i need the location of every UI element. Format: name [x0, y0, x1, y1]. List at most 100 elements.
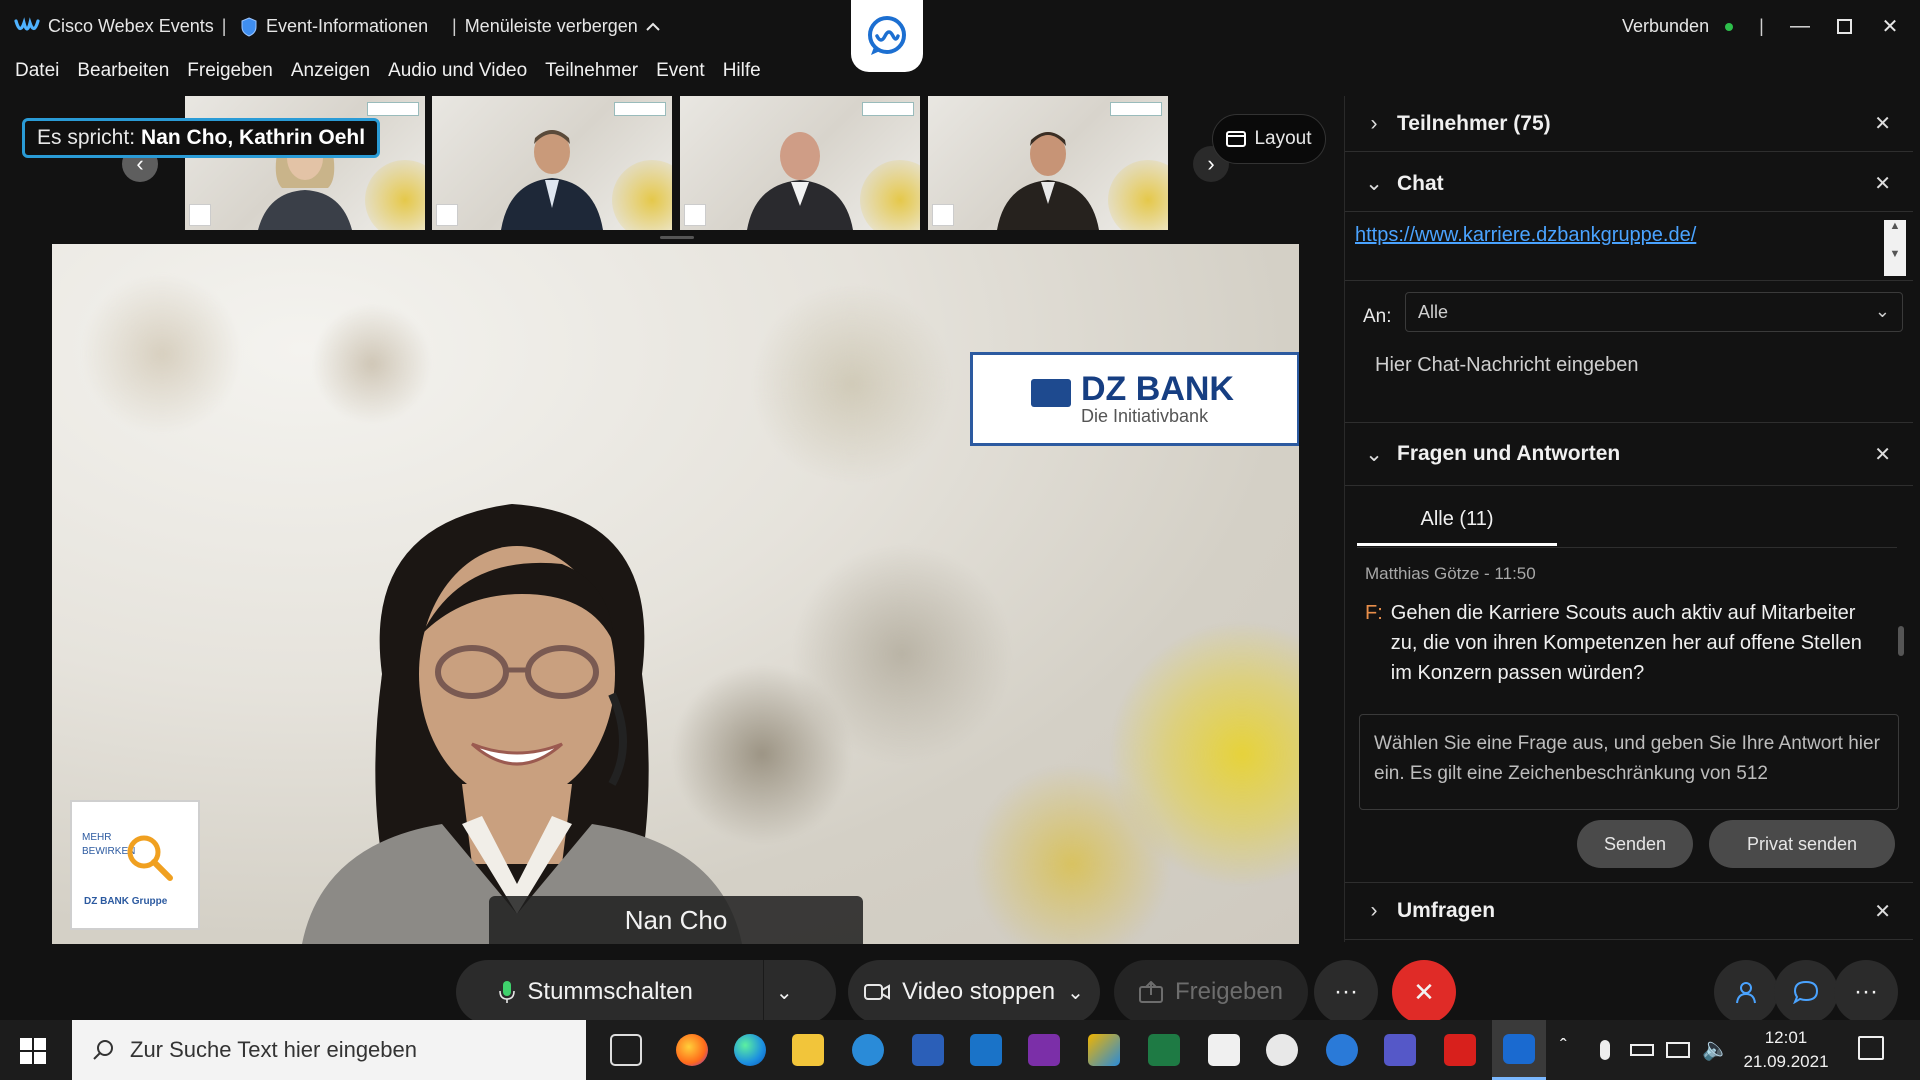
- chevron-down-icon[interactable]: ⌄: [1067, 980, 1084, 1005]
- dz-bank-logo-icon: [1031, 379, 1071, 407]
- chevron-up-icon[interactable]: ˆ: [1560, 1036, 1567, 1059]
- close-chat-button[interactable]: ✕: [1874, 171, 1891, 196]
- menu-item-freigeben[interactable]: Freigeben: [187, 60, 273, 90]
- task-view-icon[interactable]: [610, 1034, 642, 1066]
- webex-events-icon: [1503, 1034, 1535, 1064]
- word-icon[interactable]: [912, 1034, 944, 1066]
- mute-button[interactable]: Stummschalten ⌄: [456, 960, 836, 1024]
- thumbnail-video-2[interactable]: [432, 96, 672, 230]
- connection-status: Verbunden |: [1622, 16, 1764, 36]
- notifications-icon[interactable]: [1858, 1036, 1884, 1060]
- thumbnail-logo: [862, 102, 914, 116]
- outlook-icon[interactable]: [970, 1034, 1002, 1066]
- presenter-name-tag: Nan Cho: [489, 896, 863, 944]
- close-icon: ✕: [1874, 900, 1891, 923]
- chat-panel-button[interactable]: [1774, 960, 1838, 1024]
- chat-message-link[interactable]: https://www.karriere.dzbankgruppe.de/: [1355, 224, 1696, 247]
- participant-figure: [501, 130, 603, 230]
- edge-icon[interactable]: [734, 1034, 766, 1066]
- snipping-tool-icon[interactable]: [1266, 1034, 1298, 1066]
- stop-video-button[interactable]: Video stoppen ⌄: [848, 960, 1100, 1024]
- layout-button[interactable]: Layout: [1212, 114, 1326, 164]
- menu-item-event[interactable]: Event: [656, 60, 705, 90]
- microphone-icon: [499, 981, 516, 1003]
- qa-section-header[interactable]: ⌄ Fragen und Antworten ✕: [1345, 422, 1913, 486]
- scroll-down-icon[interactable]: ▼: [1884, 248, 1906, 260]
- camera-icon: [864, 984, 891, 1000]
- qa-answer-input[interactable]: Wählen Sie eine Frage aus, und geben Sie…: [1359, 714, 1899, 810]
- firefox-icon[interactable]: [676, 1034, 708, 1066]
- share-icon: [1138, 981, 1163, 1003]
- scroll-up-icon[interactable]: ▲: [1884, 220, 1906, 232]
- layout-icon: [1226, 131, 1247, 147]
- qa-scrollbar[interactable]: [1898, 626, 1904, 656]
- panel-more-button[interactable]: ···: [1834, 960, 1898, 1024]
- chat-section-header[interactable]: ⌄ Chat ✕: [1345, 156, 1913, 212]
- onenote-icon[interactable]: [1028, 1034, 1060, 1066]
- video-filmstrip: [0, 96, 1340, 234]
- chat-message-input[interactable]: Hier Chat-Nachricht eingeben: [1375, 354, 1638, 377]
- battery-icon[interactable]: [1630, 1044, 1654, 1056]
- recipient-select[interactable]: Alle ⌄: [1405, 292, 1903, 332]
- menu-item-hilfe[interactable]: Hilfe: [723, 60, 761, 90]
- teams-icon[interactable]: [1384, 1034, 1416, 1066]
- webex-bubble-icon: [868, 16, 906, 55]
- participants-section-header[interactable]: › Teilnehmer (75) ✕: [1345, 96, 1913, 152]
- magnifier-icon: [127, 835, 173, 881]
- menu-item-teilnehmer[interactable]: Teilnehmer: [545, 60, 638, 90]
- webex-events-taskbar-button[interactable]: [1492, 1020, 1546, 1080]
- menu-item-anzeigen[interactable]: Anzeigen: [291, 60, 370, 90]
- system-clock[interactable]: 12:01 21.09.2021: [1742, 1026, 1830, 1074]
- thumbnail-logo: [367, 102, 419, 116]
- leave-event-button[interactable]: ✕: [1392, 960, 1456, 1024]
- internet-explorer-icon[interactable]: [852, 1034, 884, 1066]
- taskbar-search-box[interactable]: Zur Suche Text hier eingeben: [72, 1020, 586, 1080]
- more-options-button[interactable]: ···: [1314, 960, 1378, 1024]
- app-title: Cisco Webex Events |: [14, 16, 226, 37]
- app-icon[interactable]: [1088, 1034, 1120, 1066]
- chevron-down-icon: ⌄: [1365, 172, 1383, 195]
- hide-menu-button[interactable]: | Menüleiste verbergen: [452, 16, 660, 37]
- webex-meetings-icon[interactable]: [1326, 1034, 1358, 1066]
- menu-item-audio-video[interactable]: Audio und Video: [388, 60, 527, 90]
- thumbnail-logo: [614, 102, 666, 116]
- thumbnail-logo: [1110, 102, 1162, 116]
- excel-icon[interactable]: [1148, 1034, 1180, 1066]
- share-button[interactable]: Freigeben: [1114, 960, 1308, 1024]
- chat-scrollbar[interactable]: ▲ ▼: [1884, 220, 1906, 276]
- close-qa-button[interactable]: ✕: [1874, 442, 1891, 467]
- minimize-button[interactable]: —: [1780, 10, 1820, 42]
- event-info-button[interactable]: Event-Informationen: [240, 16, 428, 37]
- tab-qa-all[interactable]: Alle (11): [1357, 496, 1557, 546]
- menu-item-datei[interactable]: Datei: [15, 60, 59, 90]
- minimize-icon: —: [1790, 14, 1810, 37]
- presenter-figure: [302, 504, 742, 944]
- chat-bubble-icon: [1793, 980, 1819, 1004]
- network-icon[interactable]: [1666, 1042, 1690, 1058]
- microphone-tray-icon[interactable]: [1600, 1040, 1610, 1060]
- thumbnail-video-1[interactable]: [185, 96, 425, 230]
- chevron-down-icon[interactable]: ⌄: [776, 980, 793, 1005]
- qa-question-item[interactable]: F: Gehen die Karriere Scouts auch aktiv …: [1365, 598, 1885, 688]
- menu-item-bearbeiten[interactable]: Bearbeiten: [77, 60, 169, 90]
- resize-handle[interactable]: [660, 236, 694, 239]
- document-icon[interactable]: [1208, 1034, 1240, 1066]
- volume-icon[interactable]: 🔈: [1702, 1036, 1729, 1062]
- close-polls-button[interactable]: ✕: [1874, 899, 1891, 924]
- send-button[interactable]: Senden: [1577, 820, 1693, 868]
- close-window-button[interactable]: ✕: [1870, 10, 1910, 42]
- close-participants-button[interactable]: ✕: [1874, 111, 1891, 136]
- file-explorer-icon[interactable]: [792, 1034, 824, 1066]
- start-button[interactable]: [20, 1038, 46, 1064]
- active-speaker-label: Es spricht: Nan Cho, Kathrin Oehl: [22, 118, 381, 158]
- participants-panel-button[interactable]: [1714, 960, 1778, 1024]
- maximize-button[interactable]: [1824, 10, 1864, 42]
- thumbnail-video-3[interactable]: [680, 96, 920, 230]
- close-icon: ✕: [1874, 443, 1891, 466]
- polls-section-header[interactable]: › Umfragen ✕: [1345, 882, 1913, 940]
- send-private-button[interactable]: Privat senden: [1709, 820, 1895, 868]
- maximize-icon: [1836, 18, 1852, 34]
- thumbnail-video-4[interactable]: [928, 96, 1168, 230]
- chevron-up-icon: [646, 22, 660, 31]
- acrobat-icon[interactable]: [1444, 1034, 1476, 1066]
